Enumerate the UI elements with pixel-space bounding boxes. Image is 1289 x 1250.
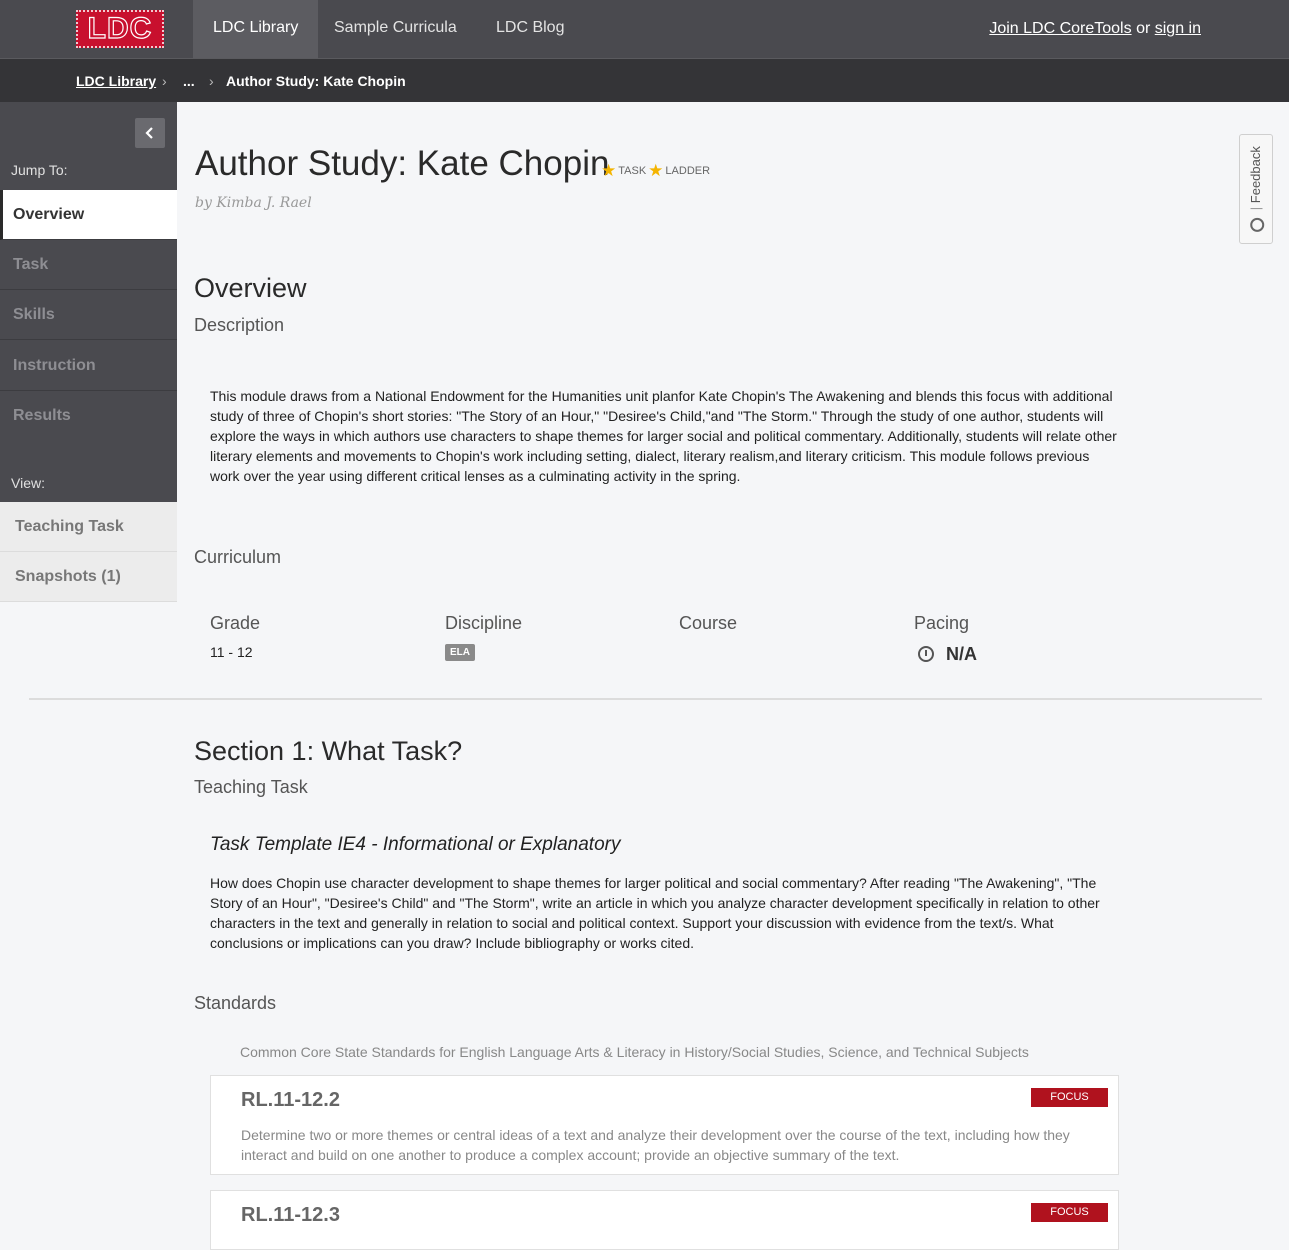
breadcrumb-current: Author Study: Kate Chopin <box>226 73 406 89</box>
logo-text: LDC <box>87 11 153 45</box>
grade-label: Grade <box>210 613 261 633</box>
standard-card: RL.11-12.2 FOCUS Determine two or more t… <box>210 1075 1119 1175</box>
sidebar-item-skills[interactable]: Skills <box>0 290 177 340</box>
view-label: View: <box>11 475 45 491</box>
feedback-label-wrap: | Feedback <box>1248 146 1264 232</box>
star-icon: ★ <box>648 161 664 180</box>
standard-code: RL.11-12.2 <box>241 1089 340 1111</box>
badge-ladder: LADDER <box>665 165 711 177</box>
clock-icon <box>918 646 934 662</box>
description-text: This module draws from a National Endowm… <box>210 388 1117 484</box>
task-template-title: Task Template IE4 - Informational or Exp… <box>210 834 621 855</box>
sidebar-item-overview[interactable]: Overview <box>0 190 177 240</box>
pacing-value: N/A <box>946 644 977 664</box>
view-item-teaching-task[interactable]: Teaching Task <box>0 502 177 552</box>
discipline-badge: ELA <box>445 644 475 661</box>
sign-in-link[interactable]: sign in <box>1155 20 1201 37</box>
focus-badge: FOCUS <box>1031 1088 1108 1107</box>
auth-links: Join LDC CoreTools or sign in <box>989 0 1201 58</box>
nav-ldc-library[interactable]: LDC Library <box>193 0 319 58</box>
star-icon: ★ <box>601 161 617 180</box>
breadcrumb-separator: › <box>162 73 167 89</box>
feedback-tab[interactable]: | Feedback <box>1239 134 1273 244</box>
section1-heading: Section 1: What Task? <box>194 736 463 766</box>
standard-card: RL.11-12.3 FOCUS <box>210 1190 1119 1250</box>
breadcrumb-library-link[interactable]: LDC Library <box>76 59 156 103</box>
standards-heading: Standards <box>194 993 277 1013</box>
standard-code: RL.11-12.3 <box>241 1204 340 1226</box>
description-heading: Description <box>194 315 285 335</box>
feedback-separator: | <box>1248 206 1264 211</box>
sidebar-item-task[interactable]: Task <box>0 240 177 290</box>
title-badges: ★ TASK ★ LADDER <box>601 161 710 181</box>
discipline-label: Discipline <box>445 613 523 633</box>
chevron-left-icon <box>145 127 153 139</box>
grade-value: 11 - 12 <box>210 644 253 660</box>
teaching-task-heading: Teaching Task <box>194 777 308 797</box>
lifebuoy-icon <box>1249 217 1264 232</box>
course-label: Course <box>679 613 738 633</box>
sidebar-item-instruction[interactable]: Instruction <box>0 341 177 391</box>
top-nav: LDC LDC Library Sample Curricula LDC Blo… <box>0 0 1289 58</box>
view-item-snapshots[interactable]: Snapshots (1) <box>0 552 177 602</box>
collapse-sidebar-button[interactable] <box>135 118 165 148</box>
ldc-logo[interactable]: LDC <box>76 10 164 48</box>
focus-badge: FOCUS <box>1031 1203 1108 1222</box>
overview-heading: Overview <box>194 273 307 303</box>
standard-description: Determine two or more themes or central … <box>241 1127 1070 1163</box>
pacing-label: Pacing <box>914 613 970 633</box>
join-link[interactable]: Join LDC CoreTools <box>989 20 1131 37</box>
sidebar: Jump To: Overview Task Skills Instructio… <box>0 102 177 502</box>
badge-task: TASK <box>618 165 647 177</box>
page-title: Author Study: Kate Chopin <box>195 144 610 183</box>
breadcrumb-separator: › <box>209 73 214 89</box>
jump-to-label: Jump To: <box>11 162 68 178</box>
breadcrumb: LDC Library › ... › Author Study: Kate C… <box>0 58 1289 102</box>
task-prompt: How does Chopin use character developmen… <box>210 875 1100 951</box>
sidebar-item-results[interactable]: Results <box>0 391 177 441</box>
curriculum-heading: Curriculum <box>194 547 282 567</box>
author-byline: by Kimba J. Rael <box>195 195 312 211</box>
section-divider <box>29 698 1262 700</box>
standards-source: Common Core State Standards for English … <box>240 1044 1029 1060</box>
nav-sample-curricula[interactable]: Sample Curricula <box>314 0 477 58</box>
breadcrumb-ellipsis[interactable]: ... <box>183 59 195 103</box>
nav-ldc-blog[interactable]: LDC Blog <box>476 0 584 58</box>
auth-or-text: or <box>1136 20 1151 37</box>
feedback-label: Feedback <box>1248 146 1264 204</box>
